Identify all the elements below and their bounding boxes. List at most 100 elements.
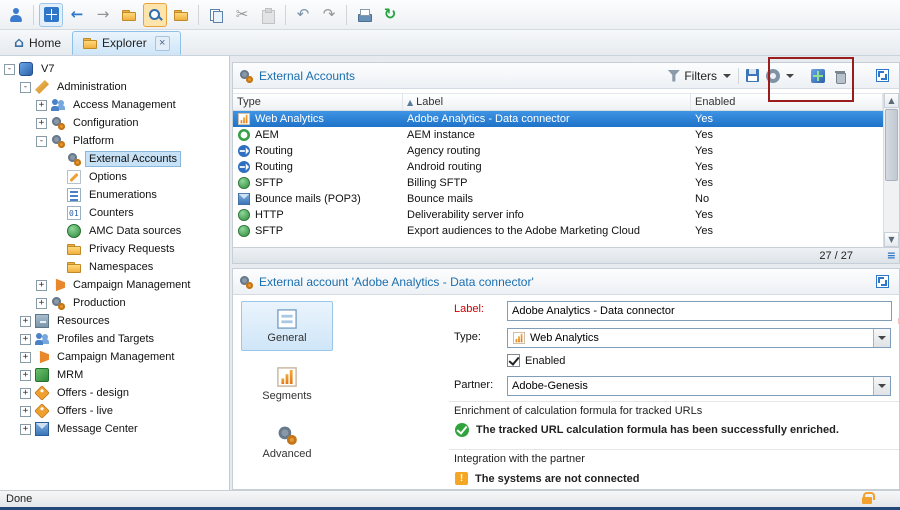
new-icon[interactable] — [811, 69, 825, 83]
search-button[interactable] — [143, 3, 167, 27]
detail-tab-label: General — [267, 332, 306, 344]
tree-item-options[interactable]: Options — [0, 168, 229, 186]
tree-item-offers-design[interactable]: + Offers - design — [0, 384, 229, 402]
tree-expander[interactable]: + — [20, 388, 31, 399]
tree-expander[interactable]: + — [36, 298, 47, 309]
tree-expander[interactable]: + — [20, 406, 31, 417]
cube-icon — [19, 62, 33, 76]
account-enabled: Yes — [691, 177, 883, 189]
enabled-checkbox[interactable] — [507, 354, 520, 367]
tree-expander-none — [52, 190, 63, 201]
tree-expander[interactable]: + — [20, 334, 31, 345]
explorer-grid-icon — [44, 7, 59, 22]
account-row-deliverability-server-info[interactable]: HTTPDeliverability server infoYes — [233, 207, 883, 223]
vertical-scrollbar[interactable]: ▲ ▼ — [883, 93, 899, 247]
account-type: HTTP — [255, 209, 284, 221]
tree-item-campaign-management[interactable]: + Campaign Management — [0, 276, 229, 294]
label-input[interactable] — [507, 301, 892, 321]
expand-icon[interactable] — [876, 69, 889, 82]
tree-item-platform[interactable]: -Platform — [0, 132, 229, 150]
scroll-thumb[interactable] — [885, 109, 898, 181]
sftp-icon — [238, 225, 250, 237]
tree-expander[interactable]: - — [20, 82, 31, 93]
partner-select[interactable]: Adobe-Genesis — [507, 376, 891, 396]
account-row-adobe-analytics-data-connector[interactable]: Web AnalyticsAdobe Analytics - Data conn… — [233, 111, 883, 127]
tree-expander[interactable]: + — [36, 100, 47, 111]
account-row-agency-routing[interactable]: RoutingAgency routingYes — [233, 143, 883, 159]
detail-tab-general[interactable]: General — [241, 301, 333, 351]
filters-button[interactable]: Filters — [667, 69, 731, 83]
account-row-export-audiences-to-the-adobe-marketing-cloud[interactable]: SFTPExport audiences to the Adobe Market… — [233, 223, 883, 239]
actions-dropdown-button[interactable] — [766, 69, 794, 83]
tab-explorer[interactable]: Explorer × — [72, 31, 181, 55]
detail-panel-header: External account 'Adobe Analytics - Data… — [233, 269, 899, 295]
counters-icon — [67, 206, 81, 220]
tree-expander[interactable]: + — [36, 280, 47, 291]
campaign-icon — [35, 350, 49, 364]
list-menu-icon[interactable]: ≡ — [887, 249, 896, 262]
tree-item-counters[interactable]: Counters — [0, 204, 229, 222]
tree-expander[interactable]: + — [20, 316, 31, 327]
tree-item-configuration[interactable]: +Configuration — [0, 114, 229, 132]
back-button[interactable]: ← — [65, 3, 89, 27]
column-header-label[interactable]: ▲ Label — [403, 94, 691, 110]
copy-button[interactable] — [204, 3, 228, 27]
tree-expander[interactable]: - — [36, 136, 47, 147]
print-button[interactable] — [352, 3, 376, 27]
tree-item-v7[interactable]: -V7 — [0, 60, 229, 78]
status-bar: Done — [0, 490, 900, 507]
tree-item-privacy-requests[interactable]: Privacy Requests — [0, 240, 229, 258]
refresh-button[interactable]: ↻ — [378, 3, 402, 27]
tree-expander[interactable]: + — [20, 424, 31, 435]
tree-expander[interactable]: + — [36, 118, 47, 129]
parent-folder-button[interactable] — [117, 3, 141, 27]
tree-expander[interactable]: + — [20, 352, 31, 363]
undo-button[interactable]: ↶ — [291, 3, 315, 27]
tree-item-access-management[interactable]: +Access Management — [0, 96, 229, 114]
open-folder-button[interactable] — [169, 3, 193, 27]
account-row-android-routing[interactable]: RoutingAndroid routingYes — [233, 159, 883, 175]
tree-item-profiles-and-targets[interactable]: +Profiles and Targets — [0, 330, 229, 348]
tab-close-icon[interactable]: × — [155, 36, 170, 51]
logon-button[interactable] — [4, 3, 28, 27]
account-label: Export audiences to the Adobe Marketing … — [403, 225, 691, 237]
tree-item-enumerations[interactable]: Enumerations — [0, 186, 229, 204]
column-header-type[interactable]: Type — [233, 94, 403, 110]
tree-item-administration[interactable]: -Administration — [0, 78, 229, 96]
routing-icon — [238, 161, 250, 173]
tree-item-campaign-management[interactable]: +Campaign Management — [0, 348, 229, 366]
type-select[interactable]: Web Analytics — [507, 328, 891, 348]
account-row-aem-instance[interactable]: AEMAEM instanceYes — [233, 127, 883, 143]
tree-item-resources[interactable]: +Resources — [0, 312, 229, 330]
account-row-billing-sftp[interactable]: SFTPBilling SFTPYes — [233, 175, 883, 191]
tree-item-label: Offers - design — [53, 385, 133, 401]
save-icon — [746, 69, 759, 82]
detail-tab-advanced[interactable]: Advanced — [241, 417, 333, 467]
column-header-enabled[interactable]: Enabled — [691, 94, 883, 110]
tree-expander[interactable]: + — [20, 370, 31, 381]
tree-item-amc-data-sources[interactable]: AMC Data sources — [0, 222, 229, 240]
detail-panel-title: External account 'Adobe Analytics - Data… — [259, 275, 534, 289]
partner-dropdown-icon[interactable] — [873, 377, 890, 395]
tree-item-offers-live[interactable]: +Offers - live — [0, 402, 229, 420]
detail-expand-icon[interactable] — [876, 275, 889, 288]
account-row-bounce-mails[interactable]: Bounce mails (POP3)Bounce mailsNo — [233, 191, 883, 207]
detail-tab-segments[interactable]: Segments — [241, 359, 333, 409]
tree-item-namespaces[interactable]: Namespaces — [0, 258, 229, 276]
explorer-grid-button[interactable] — [39, 3, 63, 27]
tree-item-production[interactable]: +Production — [0, 294, 229, 312]
tree-expander[interactable]: - — [4, 64, 15, 75]
open-folder-icon — [174, 8, 188, 22]
scroll-down-icon[interactable]: ▼ — [884, 232, 899, 247]
tree-item-message-center[interactable]: +Message Center — [0, 420, 229, 438]
scroll-up-icon[interactable]: ▲ — [884, 93, 899, 108]
tab-home[interactable]: ⌂ Home — [3, 31, 72, 55]
toolbar-separator — [198, 5, 199, 25]
tree-item-mrm[interactable]: +MRM — [0, 366, 229, 384]
tree-item-external-accounts[interactable]: External Accounts — [0, 150, 229, 168]
paste-button — [256, 3, 280, 27]
account-label: Android routing — [403, 161, 691, 173]
delete-icon[interactable] — [832, 68, 848, 84]
tree-item-label: Campaign Management — [69, 277, 194, 293]
type-dropdown-icon[interactable] — [873, 329, 890, 347]
